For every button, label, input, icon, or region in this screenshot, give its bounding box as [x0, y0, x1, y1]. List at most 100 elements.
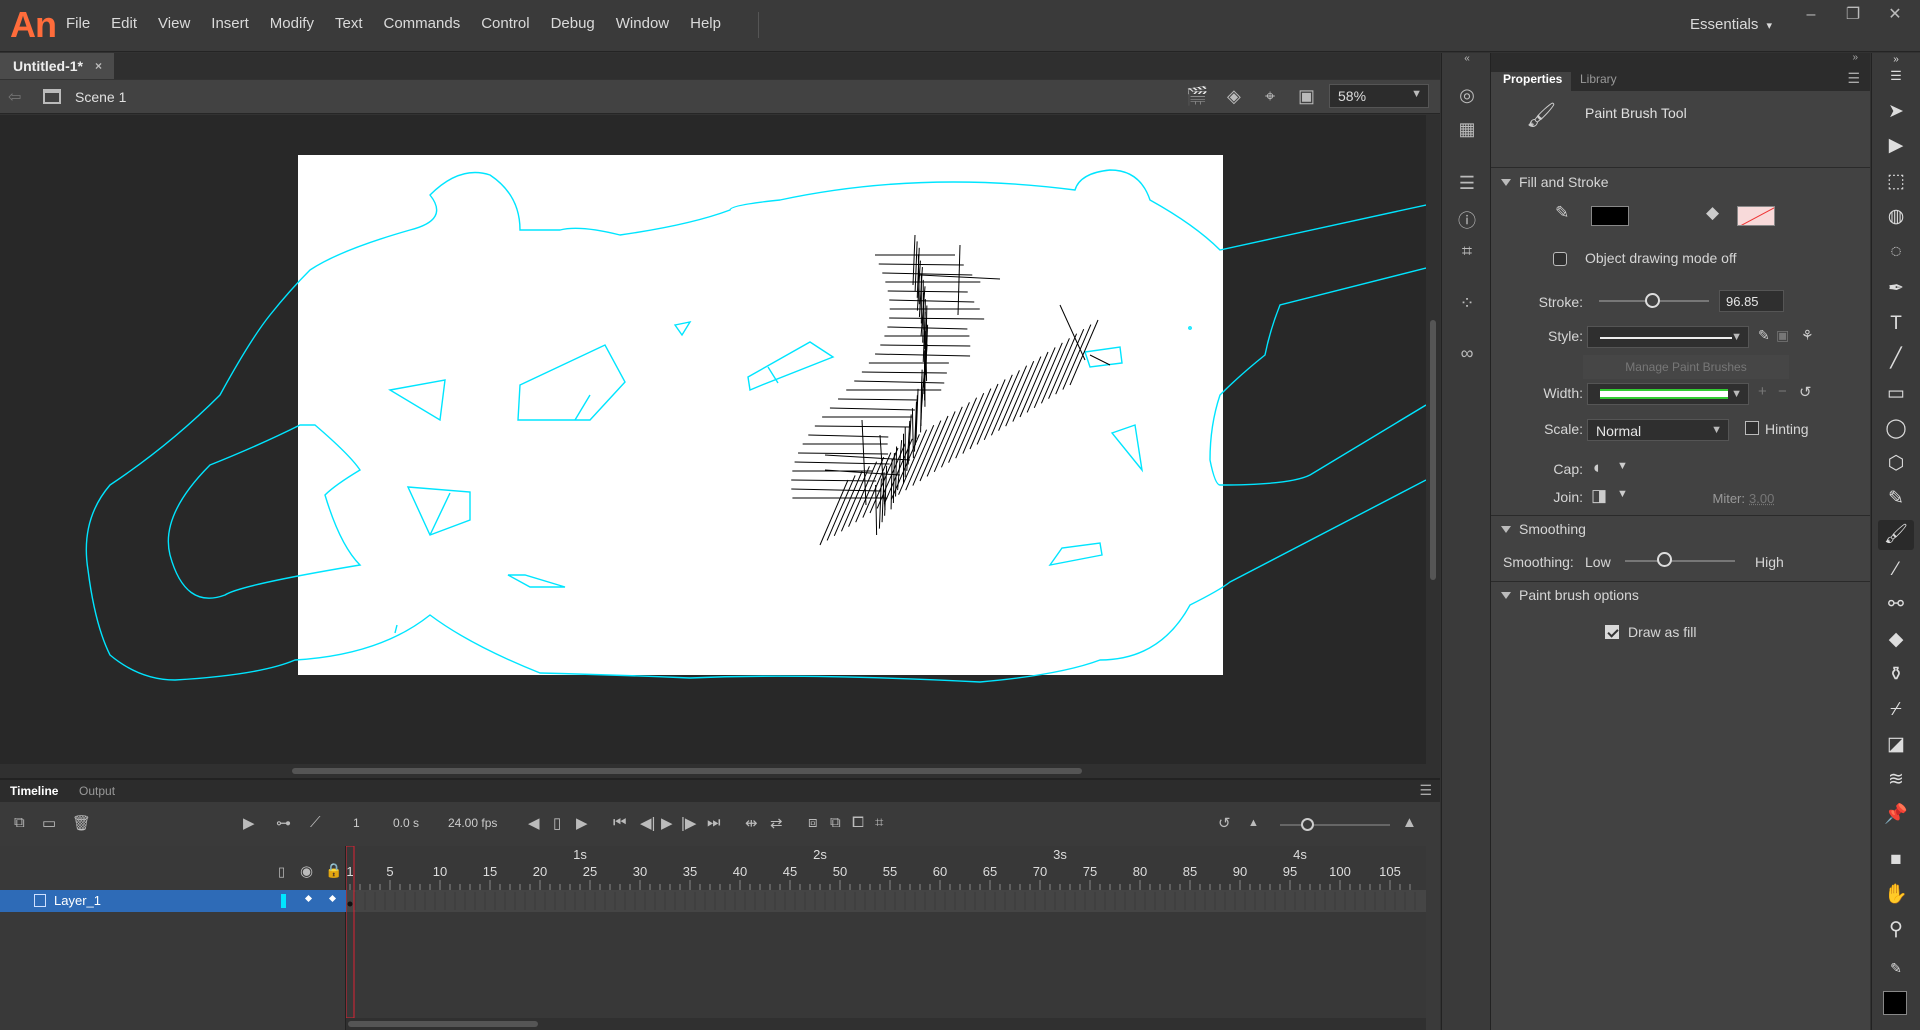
swatches-icon[interactable]: ▦ [1454, 119, 1480, 141]
bone-tool-icon[interactable]: ⚯ [1878, 590, 1914, 620]
tab-output[interactable]: Output [79, 784, 115, 798]
delete-icon[interactable]: 🗑 [72, 814, 91, 832]
scrollbar-thumb[interactable] [348, 1021, 538, 1027]
edit-scene-icon[interactable]: 🎬 [1186, 86, 1208, 107]
smoothing-header[interactable]: Smoothing [1501, 521, 1586, 537]
draw-as-fill-checkbox[interactable] [1605, 625, 1619, 639]
step-back-icon[interactable]: ◀| [640, 814, 655, 832]
zoom-tool-icon[interactable]: ⚲ [1878, 915, 1914, 945]
info-icon[interactable]: ⓘ [1454, 207, 1480, 231]
hinting-checkbox[interactable] [1745, 421, 1759, 435]
zoom-large-icon[interactable]: ▲ [1402, 814, 1417, 831]
eyedropper-tool-icon[interactable]: ⌿ [1878, 695, 1914, 725]
first-frame-icon[interactable]: ⏮ [613, 814, 627, 831]
menu-commands[interactable]: Commands [384, 15, 461, 32]
edit-style-icon[interactable]: ✎ [1758, 327, 1770, 344]
fill-color-swatch[interactable] [1737, 206, 1775, 226]
close-button[interactable]: ✕ [1874, 2, 1916, 28]
last-frame-icon[interactable]: ⏭ [707, 814, 721, 831]
menu-control[interactable]: Control [481, 15, 529, 32]
new-folder-icon[interactable]: ▭ [42, 814, 56, 832]
menu-text[interactable]: Text [335, 15, 363, 32]
current-frame[interactable]: 1 [353, 816, 360, 830]
layer-parenting-icon[interactable]: ⊶ [276, 814, 291, 832]
zoom-small-icon[interactable]: ▲ [1248, 817, 1259, 829]
edit-multiple-icon[interactable]: ⧠ [852, 814, 864, 831]
chevron-down-icon[interactable]: ▼ [1617, 488, 1628, 500]
tab-library[interactable]: Library [1580, 72, 1617, 86]
frame-rate[interactable]: 24.00 fps [448, 816, 497, 830]
transform-icon[interactable]: ⌗ [1454, 241, 1480, 263]
highlight-icon[interactable]: ▯ [278, 864, 285, 880]
panel-menu-icon[interactable]: ☰ [1419, 782, 1432, 799]
eye-icon[interactable]: ◉ [300, 862, 313, 880]
selection-tool-icon[interactable]: ➤ [1878, 97, 1914, 127]
edit-symbols-icon[interactable]: ◈ [1227, 86, 1241, 107]
style-select[interactable]: ▼ [1587, 326, 1749, 348]
tab-properties[interactable]: Properties [1491, 72, 1571, 91]
hand-tool-icon[interactable]: ✋ [1878, 880, 1914, 910]
prev-keyframe-icon[interactable]: ◀ [528, 814, 540, 832]
menu-debug[interactable]: Debug [551, 15, 595, 32]
play-icon[interactable]: ▶ [661, 814, 673, 832]
current-time[interactable]: 0.0 s [393, 816, 419, 830]
panel-menu-icon[interactable]: ☰ [1847, 70, 1860, 87]
layer-frames-row[interactable] [346, 890, 1426, 912]
stage-vertical-scrollbar[interactable] [1426, 115, 1440, 764]
fill-color-swatch[interactable] [1883, 991, 1907, 1015]
object-drawing-toggle[interactable] [1553, 252, 1567, 266]
width-profile-select[interactable]: ▼ [1587, 383, 1749, 405]
menu-view[interactable]: View [158, 15, 190, 32]
pen-tool-icon[interactable]: ✒ [1878, 274, 1914, 304]
fill-stroke-header[interactable]: Fill and Stroke [1501, 174, 1608, 190]
onion-outline-icon[interactable]: ⧉ [830, 814, 841, 831]
restore-button[interactable]: ❐ [1832, 2, 1874, 28]
workspace-switcher[interactable]: Essentials ▾ [1690, 16, 1772, 33]
menu-window[interactable]: Window [616, 15, 669, 32]
pencil-tool-icon[interactable]: ✎ [1878, 484, 1914, 514]
brush-tool-icon[interactable]: ⁄ [1878, 555, 1914, 585]
reset-icon[interactable]: ↺ [1799, 383, 1812, 401]
layer-row[interactable]: Layer_1 [0, 890, 346, 912]
stroke-slider-knob[interactable] [1644, 293, 1660, 308]
loop-icon[interactable]: ⇄ [770, 814, 783, 832]
timeline-scrollbar[interactable] [346, 1018, 1426, 1030]
cap-round-icon[interactable]: ◖ [1591, 458, 1601, 478]
scrollbar-thumb[interactable] [292, 768, 1082, 774]
smoothing-slider-knob[interactable] [1656, 552, 1672, 567]
menu-insert[interactable]: Insert [211, 15, 249, 32]
modify-markers-icon[interactable]: ⌗ [875, 814, 883, 831]
paint-brush-tool-icon[interactable]: 🖌 [1878, 520, 1914, 550]
align-icon[interactable]: ☰ [1454, 173, 1480, 195]
text-tool-icon[interactable]: T [1878, 309, 1914, 339]
ink-bottle-tool-icon[interactable]: ⚱ [1878, 660, 1914, 690]
creative-cloud-icon[interactable]: ∞ [1454, 343, 1480, 365]
eraser-tool-icon[interactable]: ◪ [1878, 730, 1914, 760]
stroke-color-swatch[interactable] [1591, 206, 1629, 226]
stage[interactable] [298, 155, 1223, 675]
step-forward-icon[interactable]: |▶ [681, 814, 696, 832]
smoothing-slider[interactable] [1625, 560, 1735, 562]
new-layer-icon[interactable]: ⧉ [14, 814, 25, 831]
timeline-frames[interactable]: 1s 2s 3s 4s 1 5 10 15 20 25 30 35 40 45 50 55 60 65 70 75 8… [346, 846, 1426, 1018]
components-icon[interactable]: ⁘ [1454, 293, 1480, 315]
miter-value[interactable]: 3.00 [1749, 491, 1774, 506]
document-tab[interactable]: Untitled-1* × [0, 53, 114, 79]
lock-dot[interactable] [328, 894, 337, 903]
expand-panels-icon[interactable]: « [1454, 53, 1480, 75]
scrollbar-thumb[interactable] [1430, 320, 1436, 580]
chevron-down-icon[interactable]: ▼ [1617, 460, 1628, 472]
brush-library-icon[interactable]: ⚘ [1801, 327, 1814, 344]
camera-tool-icon[interactable]: ■ [1878, 845, 1914, 875]
lock-icon[interactable]: 🔒 [325, 862, 342, 879]
camera-icon[interactable]: ▶ [243, 814, 255, 832]
pin-tool-icon[interactable]: 📌 [1878, 800, 1914, 830]
close-tab-icon[interactable]: × [95, 59, 102, 73]
polystar-tool-icon[interactable]: ⬡ [1878, 449, 1914, 479]
minimize-button[interactable]: – [1790, 2, 1832, 28]
next-keyframe-icon[interactable]: ▶ [576, 814, 588, 832]
line-tool-icon[interactable]: ╱ [1878, 344, 1914, 374]
scale-select[interactable]: Normal ▼ [1587, 419, 1729, 441]
rectangle-tool-icon[interactable]: ▭ [1878, 379, 1914, 409]
keyframe-dot[interactable] [347, 901, 353, 907]
